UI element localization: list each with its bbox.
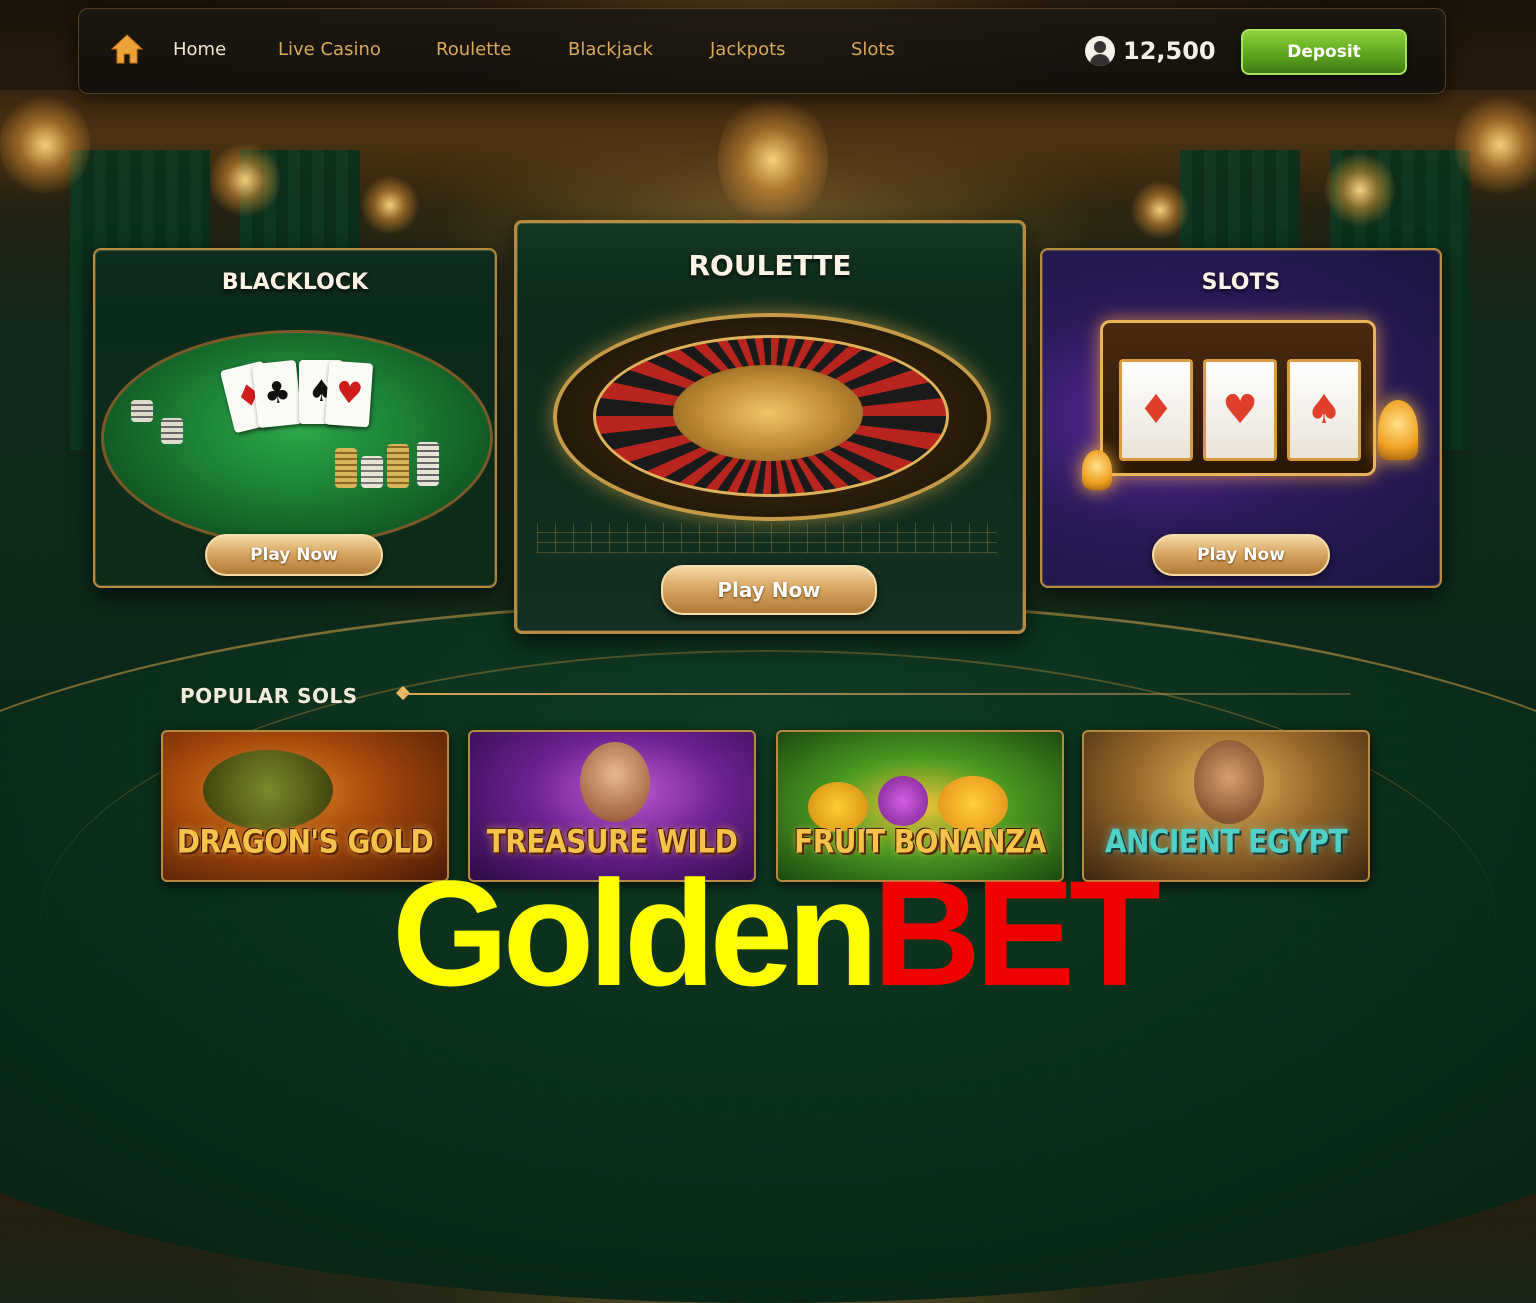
slot-machine-image: ♦ ♥ ♠ — [1100, 320, 1376, 476]
blackjack-table-image — [101, 330, 493, 546]
golden-lamp-icon — [1378, 400, 1418, 460]
section-divider — [404, 693, 1350, 695]
blackjack-play-now-button[interactable]: Play Now — [205, 534, 383, 576]
popular-slots-heading: POPULAR SOLS — [180, 684, 358, 708]
goldenbet-logo: GoldenBET — [392, 849, 1161, 1017]
blackjack-card-title: BLACKLOCK — [221, 270, 369, 295]
nav-slots[interactable]: Slots — [851, 39, 895, 60]
user-avatar-icon[interactable] — [1085, 36, 1115, 66]
balance-display[interactable]: 12,500 — [1085, 35, 1216, 67]
roulette-betting-grid — [537, 523, 997, 553]
playing-card-icon: ♣ — [251, 359, 303, 429]
woman-portrait-artwork — [580, 742, 650, 822]
nav-live-casino[interactable]: Live Casino — [278, 39, 381, 60]
chip-stack-icon — [131, 400, 153, 422]
roulette-game-card[interactable]: ROULETTE Play Now — [514, 220, 1026, 634]
chip-stack-icon — [361, 456, 383, 488]
chandelier-light — [718, 90, 828, 230]
roulette-card-title: ROULETTE — [688, 249, 852, 282]
blackjack-game-card[interactable]: BLACKLOCK ♦ ♣ ♠ ♥ Play Now — [93, 248, 497, 588]
dragon-artwork-icon — [203, 750, 333, 830]
home-icon[interactable] — [109, 31, 145, 67]
golden-lamp-icon — [1082, 450, 1112, 490]
pharaoh-portrait-artwork — [1194, 740, 1264, 824]
top-navbar: Home Live Casino Roulette Blackjack Jack… — [78, 8, 1446, 94]
chip-stack-icon — [417, 442, 439, 486]
roulette-play-now-button[interactable]: Play Now — [661, 565, 877, 615]
deposit-button[interactable]: Deposit — [1241, 29, 1407, 75]
chip-stack-icon — [387, 444, 409, 488]
balance-value: 12,500 — [1123, 37, 1216, 65]
nav-home[interactable]: Home — [173, 39, 226, 60]
chip-stack-icon — [161, 418, 183, 444]
nav-blackjack[interactable]: Blackjack — [568, 39, 653, 60]
chip-stack-icon — [335, 448, 357, 488]
slots-game-card[interactable]: SLOTS ♦ ♥ ♠ Play Now — [1040, 248, 1442, 588]
slots-card-title: SLOTS — [1201, 270, 1281, 295]
playing-card-icon: ♥ — [324, 360, 374, 428]
nav-roulette[interactable]: Roulette — [436, 39, 511, 60]
slots-play-now-button[interactable]: Play Now — [1152, 534, 1330, 576]
nav-jackpots[interactable]: Jackpots — [710, 39, 786, 60]
